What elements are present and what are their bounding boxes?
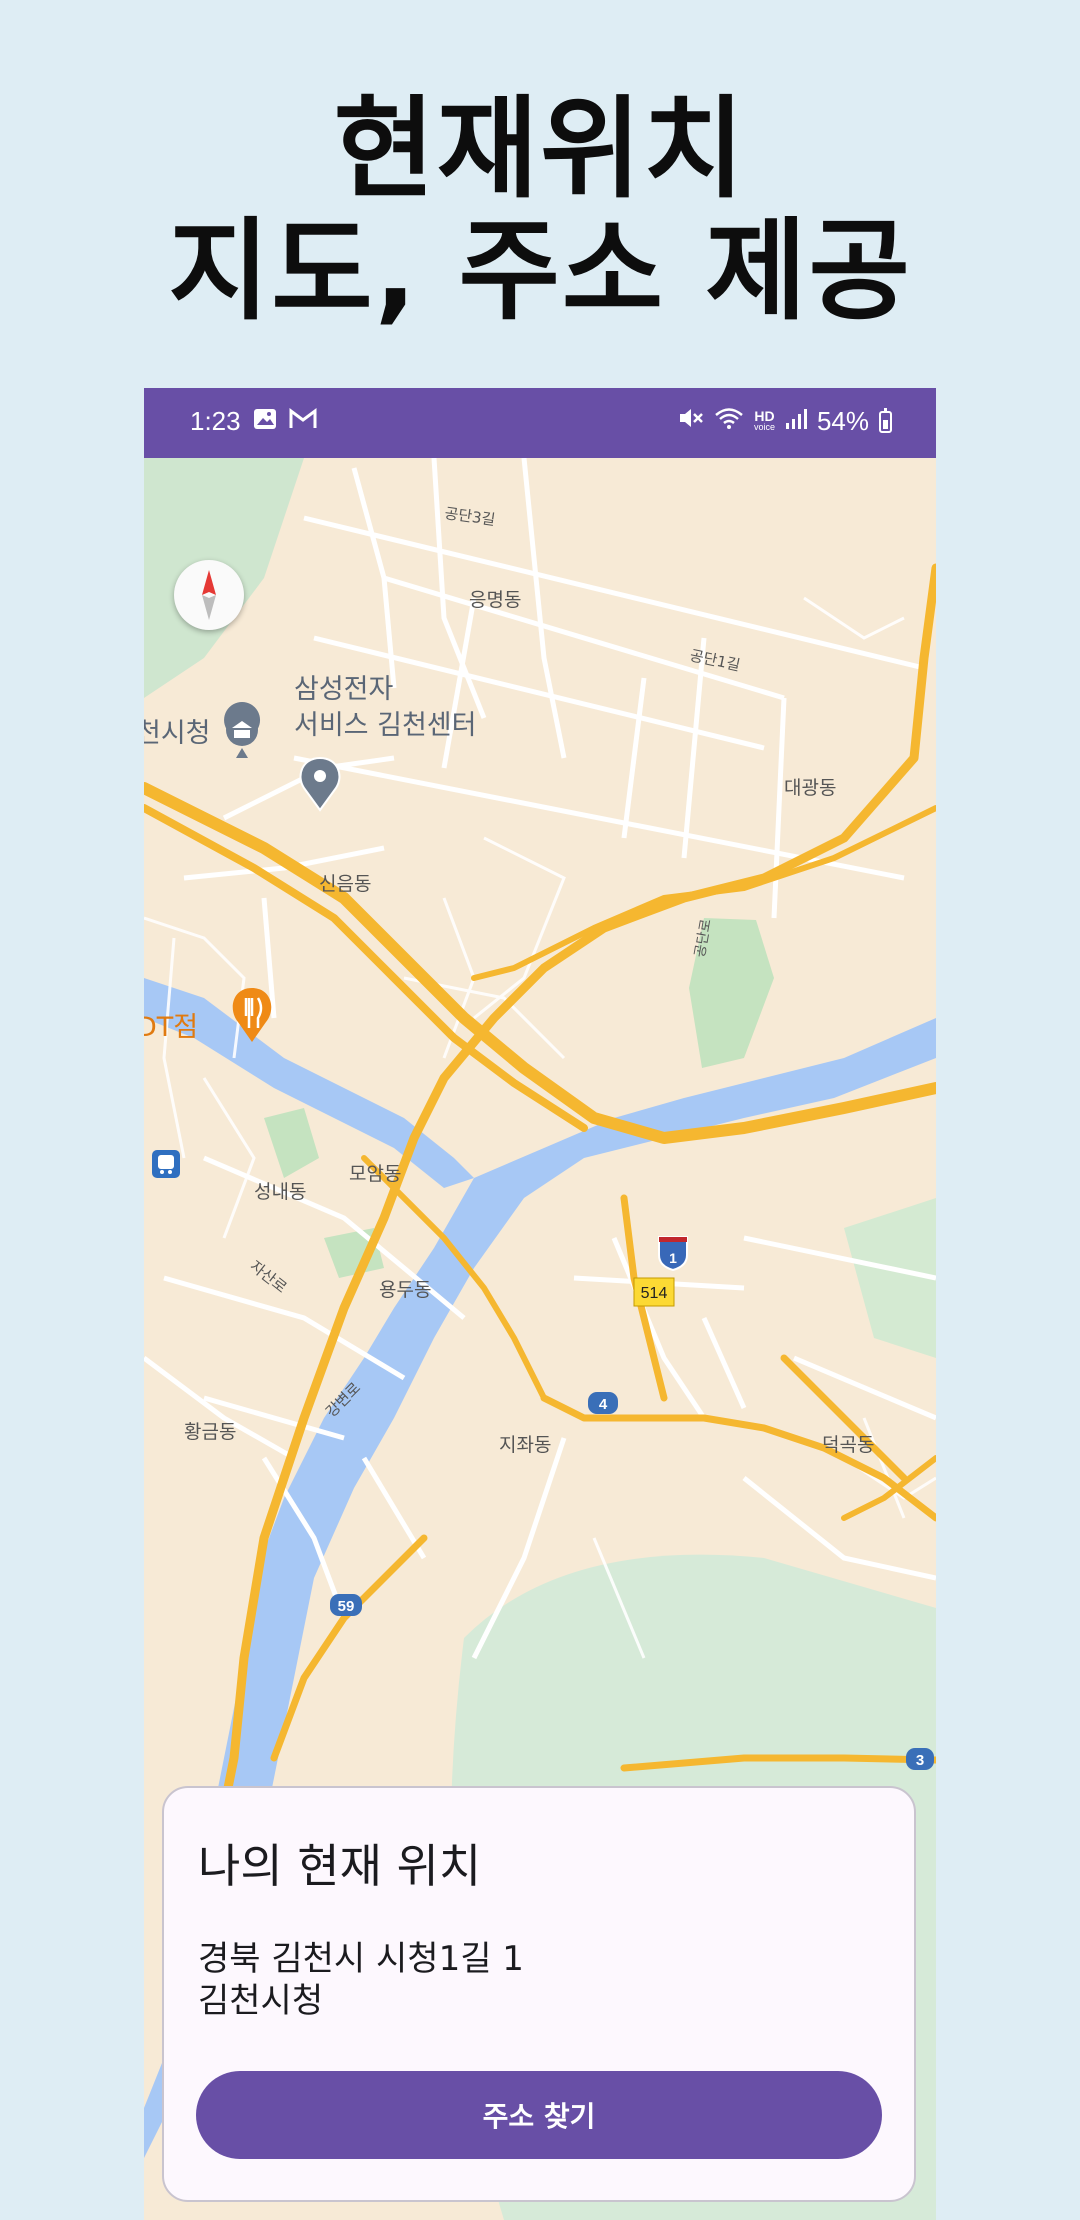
route-59-shield: 59 bbox=[330, 1594, 362, 1616]
compass-icon bbox=[202, 570, 216, 620]
area-label-hwanggeum: 황금동 bbox=[184, 1421, 236, 1443]
interstate-1-shield: 1 bbox=[658, 1236, 688, 1272]
network-sublabel: voice bbox=[753, 421, 775, 432]
battery-icon bbox=[879, 407, 892, 433]
mute-icon bbox=[678, 406, 704, 437]
area-label-yongdu: 용두동 bbox=[379, 1279, 431, 1301]
shield-4-label: 4 bbox=[599, 1396, 608, 1413]
image-icon bbox=[253, 406, 277, 437]
find-address-button[interactable]: 주소 찾기 bbox=[196, 2071, 882, 2159]
headline-line-1: 현재위치 bbox=[333, 85, 747, 213]
shield-3-label: 3 bbox=[916, 1752, 924, 1769]
gmail-icon bbox=[289, 406, 317, 437]
area-label-sineum: 신음동 bbox=[319, 873, 371, 895]
route-514-shield: 514 bbox=[633, 1277, 675, 1307]
area-label-daegwang: 대광동 bbox=[784, 777, 836, 799]
address-block: 경북 김천시 시청1길 1 김천시청 bbox=[198, 1938, 524, 2022]
headline-line-2: 지도, 주소 제공 bbox=[168, 207, 912, 335]
route-4-shield: 4 bbox=[588, 1392, 618, 1414]
card-title: 나의 현재 위치 bbox=[198, 1839, 482, 1893]
address-place-name: 김천시청 bbox=[198, 1981, 324, 2021]
status-bar: 1:23 HD voice 54% bbox=[144, 388, 936, 458]
route-3-shield: 3 bbox=[906, 1748, 934, 1770]
wifi-icon bbox=[714, 406, 744, 437]
poi-label-cityhall: 천시청 bbox=[144, 718, 211, 749]
location-card: 나의 현재 위치 경북 김천시 시청1길 1 김천시청 주소 찾기 bbox=[162, 1786, 916, 2202]
phone-screen: 1:23 HD voice 54% 1 514 4 59 3 공단3길 응명동 … bbox=[144, 388, 936, 2220]
area-label-moam: 모암동 bbox=[349, 1163, 401, 1185]
train-icon bbox=[158, 1155, 174, 1169]
battery-percent: 54% bbox=[816, 406, 869, 436]
address-line: 경북 김천시 시청1길 1 bbox=[198, 1939, 524, 1979]
poi-label-samsung-line1: 삼성전자 bbox=[294, 674, 394, 705]
network-label: HD bbox=[754, 407, 775, 424]
shield-1-label: 1 bbox=[669, 1250, 677, 1266]
signal-icon bbox=[785, 406, 807, 437]
shield-59-label: 59 bbox=[338, 1598, 355, 1615]
status-time: 1:23 bbox=[190, 406, 241, 436]
area-label-jijwa: 지좌동 bbox=[499, 1434, 551, 1456]
train-station-marker[interactable] bbox=[152, 1150, 180, 1178]
area-label-deokgok: 덕곡동 bbox=[822, 1434, 874, 1456]
poi-label-dt-store: DT점 bbox=[144, 1012, 198, 1043]
poi-label-samsung-line2: 서비스 김천센터 bbox=[294, 710, 476, 741]
network-badge: HD voice bbox=[753, 407, 775, 433]
area-label-seongnae: 성내동 bbox=[254, 1181, 306, 1203]
shield-514-label: 514 bbox=[641, 1285, 668, 1302]
compass-button[interactable] bbox=[174, 560, 244, 630]
area-label-eungmyeong: 응명동 bbox=[469, 589, 521, 611]
headline: 현재위치 지도, 주소 제공 bbox=[0, 88, 1080, 332]
